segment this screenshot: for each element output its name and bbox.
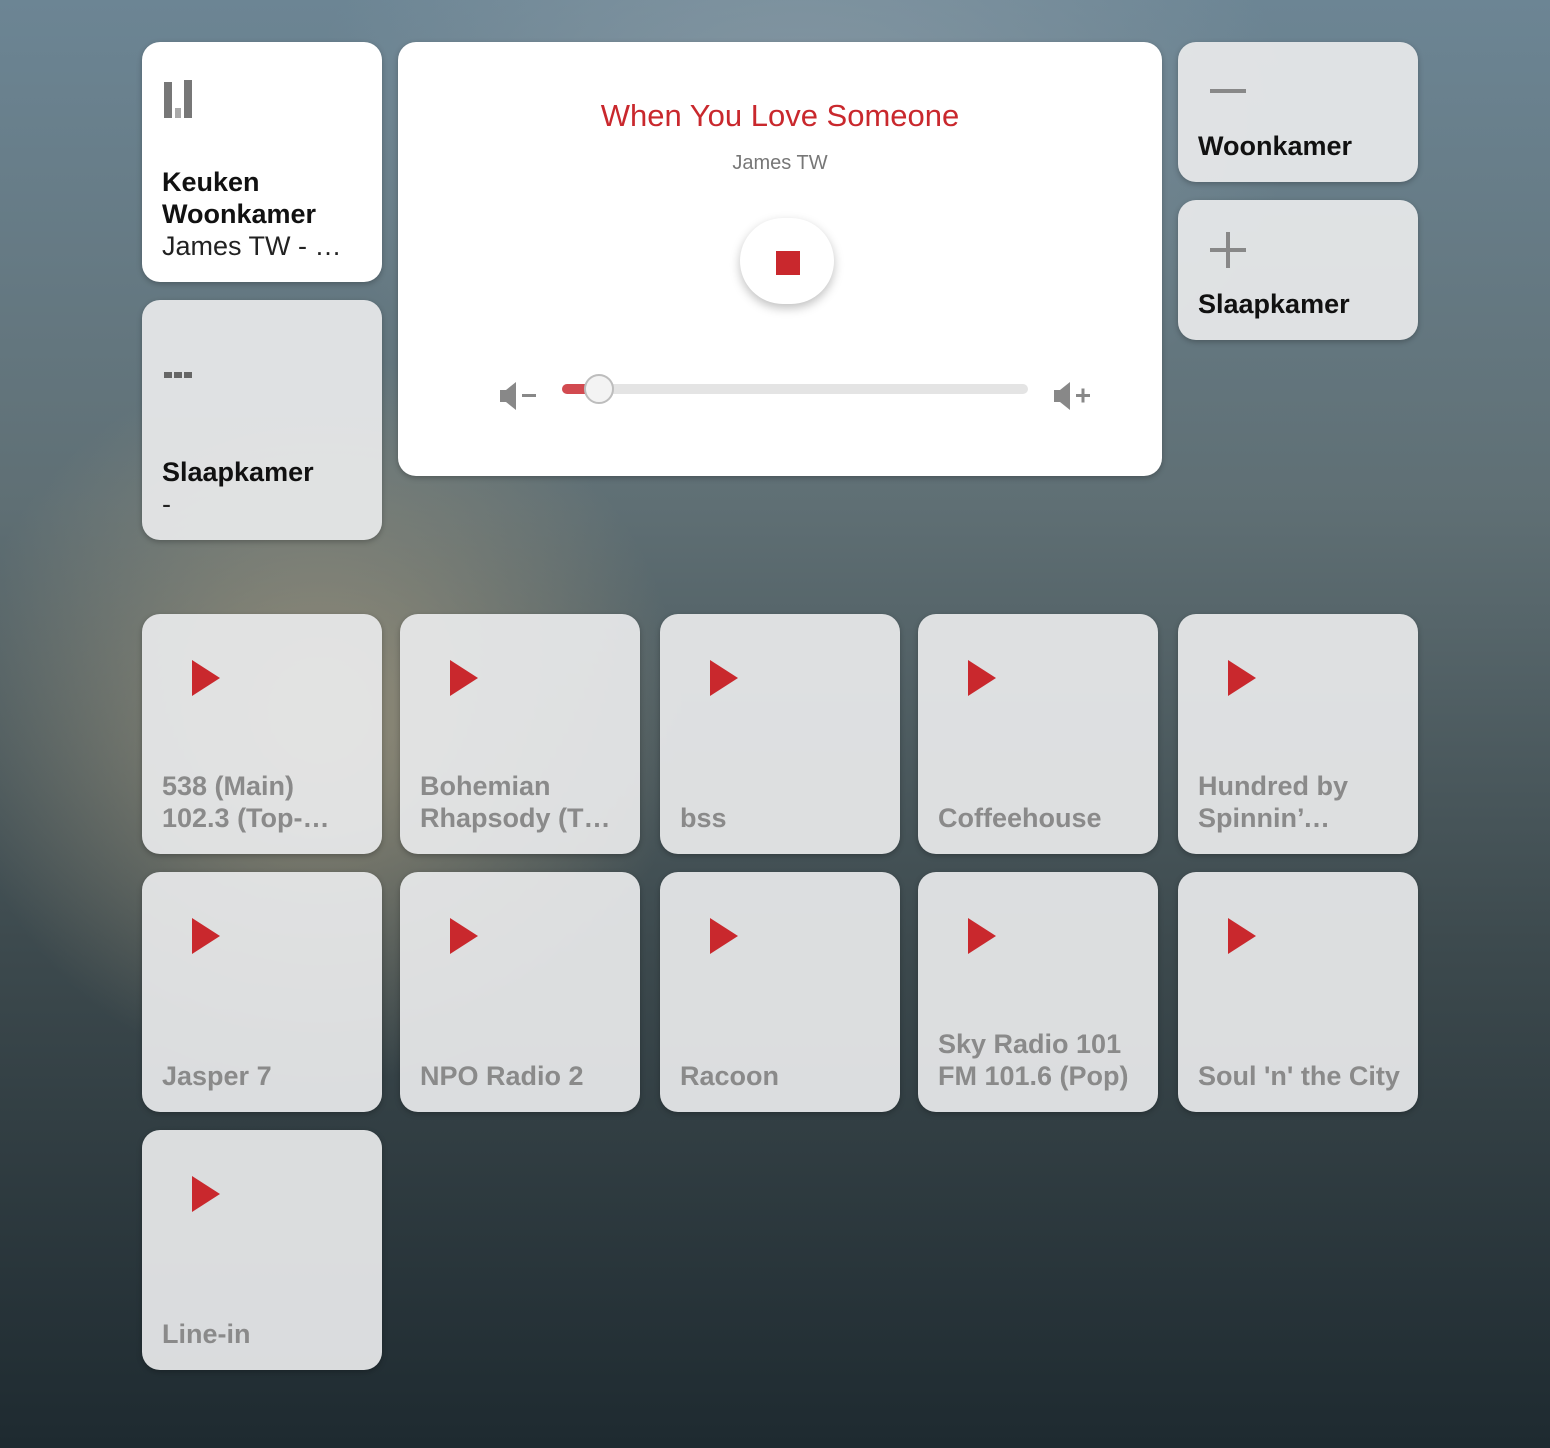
- group-action-label: Slaapkamer: [1198, 289, 1350, 319]
- play-icon: [968, 660, 996, 696]
- favorite-label: NPO Radio 2: [420, 1061, 584, 1091]
- play-icon: [1228, 660, 1256, 696]
- play-icon: [450, 918, 478, 954]
- speaker-title: Keuken Woonkamer: [162, 166, 364, 230]
- play-icon: [710, 918, 738, 954]
- favorite-tile[interactable]: Soul 'n' the City: [1178, 872, 1418, 1112]
- favorite-label: Racoon: [680, 1061, 780, 1091]
- favorite-tile[interactable]: Sky Radio 101 FM 101.6 (Pop): [918, 872, 1158, 1112]
- play-icon: [968, 918, 996, 954]
- favorite-tile[interactable]: Racoon: [660, 872, 900, 1112]
- speaker-room-woonkamer: Woonkamer: [162, 199, 317, 229]
- speaker-room-keuken: Keuken: [162, 167, 260, 197]
- favorite-label: Bohemian Rhapsody (The Original Soundtra…: [420, 771, 616, 833]
- favorite-label: Soul 'n' the City: [1198, 1061, 1400, 1091]
- favorite-tile[interactable]: Bohemian Rhapsody (The Original Soundtra…: [400, 614, 640, 854]
- stop-button[interactable]: [740, 218, 834, 304]
- play-icon: [1228, 918, 1256, 954]
- speaker-title: Slaapkamer: [162, 457, 314, 487]
- track-title: When You Love Someone: [600, 98, 960, 133]
- group-action-label: Woonkamer: [1198, 131, 1353, 161]
- favorite-label: Coffeehouse: [938, 803, 1102, 833]
- idle-dots-icon: [164, 372, 192, 378]
- favorite-tile[interactable]: NPO Radio 2: [400, 872, 640, 1112]
- minus-icon: [1210, 89, 1246, 93]
- favorite-label: Line-in: [162, 1319, 251, 1349]
- speaker-now-playing: James TW - When You Love Someone: [162, 231, 364, 261]
- play-icon: [450, 660, 478, 696]
- favorite-label: Jasper 7: [162, 1061, 272, 1091]
- play-icon: [192, 1176, 220, 1212]
- volume-slider-handle[interactable]: [584, 374, 614, 404]
- favorite-tile[interactable]: Coffeehouse: [918, 614, 1158, 854]
- stop-icon: [776, 251, 800, 275]
- play-icon: [710, 660, 738, 696]
- track-artist: James TW: [732, 152, 828, 174]
- play-icon: [192, 918, 220, 954]
- favorite-label: 538 (Main) 102.3 (Top-40/Pop): [162, 771, 303, 833]
- remove-woonkamer-button[interactable]: Woonkamer: [1178, 42, 1418, 182]
- volume-slider[interactable]: [562, 374, 1028, 404]
- equalizer-icon: [164, 80, 192, 118]
- favorite-tile[interactable]: Jasper 7: [142, 872, 382, 1112]
- favorite-label: bss: [680, 803, 727, 833]
- favorite-label: Sky Radio 101 FM 101.6 (Pop): [938, 1029, 1129, 1091]
- now-playing-card: When You Love Someone James TW: [398, 42, 1162, 476]
- favorite-label: Hundred by Spinnin’ Records: [1198, 771, 1349, 833]
- speaker-now-playing: -: [162, 489, 171, 519]
- speaker-tile-keuken-woonkamer[interactable]: Keuken Woonkamer James TW - When You Lov…: [142, 42, 382, 282]
- favorite-tile[interactable]: bss: [660, 614, 900, 854]
- favorite-tile[interactable]: Hundred by Spinnin’ Records: [1178, 614, 1418, 854]
- plus-icon: [1210, 232, 1246, 268]
- play-icon: [192, 660, 220, 696]
- add-slaapkamer-button[interactable]: Slaapkamer: [1178, 200, 1418, 340]
- volume-up-icon[interactable]: [1052, 380, 1096, 412]
- favorite-tile[interactable]: 538 (Main) 102.3 (Top-40/Pop): [142, 614, 382, 854]
- volume-down-icon[interactable]: [498, 380, 542, 412]
- favorite-tile[interactable]: Line-in: [142, 1130, 382, 1370]
- speaker-tile-slaapkamer[interactable]: Slaapkamer -: [142, 300, 382, 540]
